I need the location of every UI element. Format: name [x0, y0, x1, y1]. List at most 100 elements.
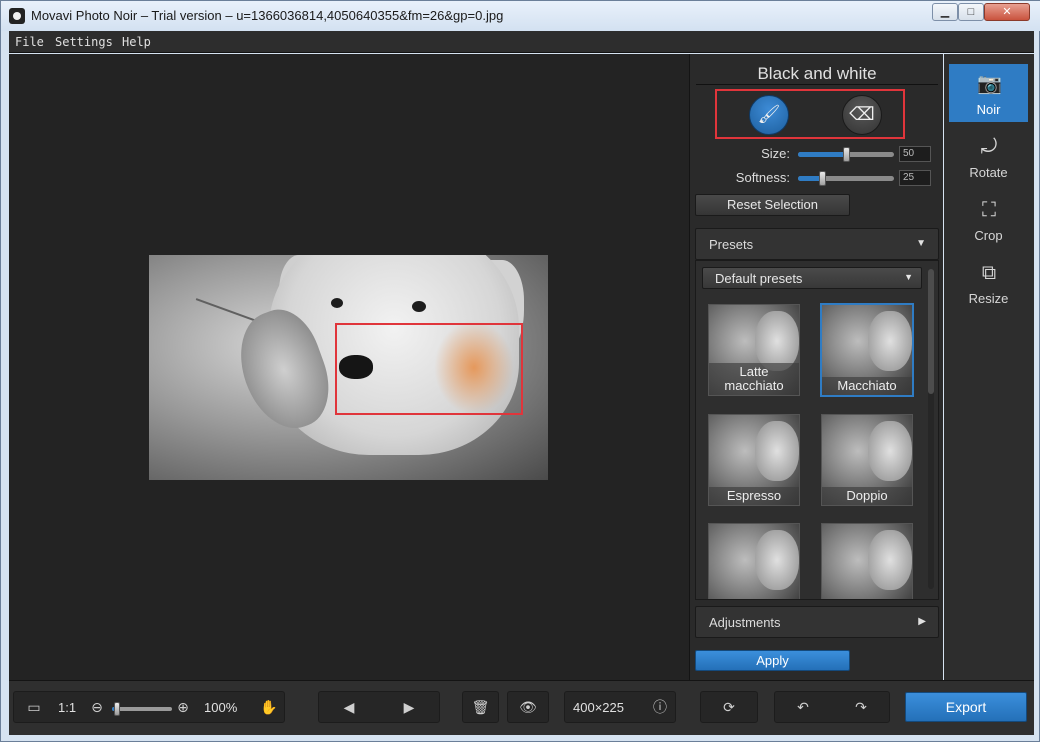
navigation-controls: ◀ ▶ — [318, 691, 440, 723]
export-button[interactable]: Export — [905, 692, 1027, 722]
rotate-icon: ⤾ — [980, 136, 998, 158]
crop-tool-button[interactable]: ⛶ Crop — [949, 190, 1028, 248]
menu-file[interactable]: File — [15, 35, 44, 49]
noir-tool-button[interactable]: 📷 Noir — [949, 64, 1028, 122]
eye-icon: 👁 — [519, 699, 537, 715]
crop-icon: ⛶ — [982, 199, 996, 221]
image-canvas[interactable] — [9, 54, 689, 680]
preset-thumbnail — [868, 530, 912, 590]
fit-screen-icon[interactable]: ▭ — [22, 692, 46, 722]
tool-panel: Black and white 🖌 ⌫ Size: 50 Softness: 2… — [689, 54, 943, 680]
window-title: Movavi Photo Noir – Trial version – u=13… — [31, 8, 504, 23]
app-window: Movavi Photo Noir – Trial version – u=13… — [0, 0, 1040, 742]
history-controls: ↶ ↷ — [774, 691, 890, 723]
minimize-button[interactable]: ▁ — [932, 3, 958, 21]
size-slider-fill — [798, 152, 846, 157]
undo-icon[interactable]: ↶ — [783, 692, 823, 722]
resize-icon: ⧉ — [981, 262, 997, 284]
adjustments-header[interactable]: Adjustments ▶ — [695, 606, 939, 638]
preset-doppio[interactable]: Doppio — [821, 414, 913, 506]
presets-dropdown-value: Default presets — [715, 271, 803, 286]
size-slider-handle[interactable] — [843, 147, 850, 162]
size-slider[interactable] — [798, 147, 894, 162]
size-label: Size: — [761, 146, 790, 161]
menu-help[interactable]: Help — [122, 35, 151, 49]
presets-scrollbar-thumb[interactable] — [928, 269, 934, 394]
softness-label: Softness: — [735, 170, 790, 185]
softness-slider-handle[interactable] — [819, 171, 826, 186]
size-value[interactable]: 50 — [899, 146, 931, 162]
image-dimensions: 400×225 — [573, 700, 624, 715]
preset-thumbnail — [868, 421, 912, 481]
preset-item-6[interactable] — [821, 523, 913, 599]
preset-macchiato[interactable]: Macchiato — [820, 303, 914, 397]
close-button[interactable]: ✕ — [984, 3, 1030, 21]
image-info: 400×225 ⓘ — [564, 691, 676, 723]
reset-button[interactable]: ⟳ — [700, 691, 758, 723]
dog-eye-right — [412, 301, 426, 312]
brush-tools-highlight: 🖌 ⌫ — [715, 89, 905, 139]
preset-item-5[interactable] — [708, 523, 800, 599]
preset-espresso[interactable]: Espresso — [708, 414, 800, 506]
chevron-right-icon: ▶ — [918, 616, 926, 627]
dog-eye-left — [331, 298, 343, 308]
preset-label: Doppio — [822, 487, 912, 505]
camera-icon: 📷 — [977, 73, 1002, 95]
zoom-in-icon[interactable]: ⊕ — [174, 692, 192, 722]
presets-header[interactable]: Presets ▼ — [695, 228, 939, 260]
actual-size-button[interactable]: 1:1 — [58, 700, 76, 715]
preset-thumbnail — [755, 421, 799, 481]
zoom-slider-handle[interactable] — [113, 702, 120, 716]
presets-scrollbar[interactable] — [928, 269, 934, 589]
title-bar: Movavi Photo Noir – Trial version – u=13… — [1, 1, 1040, 31]
info-icon[interactable]: ⓘ — [649, 692, 671, 722]
previous-image-icon[interactable]: ◀ — [329, 692, 369, 722]
panel-divider — [696, 84, 938, 85]
resize-tool-button[interactable]: ⧉ Resize — [949, 253, 1028, 311]
preset-thumbnail — [755, 530, 799, 590]
softness-slider[interactable] — [798, 171, 894, 186]
menu-bar: File Settings Help — [9, 31, 1034, 53]
delete-button[interactable]: 🗑 — [462, 691, 499, 723]
preset-label: Latte macchiato — [709, 363, 799, 395]
brush-icon: 🖌 — [757, 104, 781, 124]
hand-pan-icon[interactable]: ✋ — [258, 692, 280, 722]
redo-icon[interactable]: ↷ — [841, 692, 881, 722]
eraser-icon: ⌫ — [849, 104, 875, 124]
next-image-icon[interactable]: ▶ — [389, 692, 429, 722]
maximize-button[interactable]: □ — [958, 3, 984, 21]
reset-selection-button[interactable]: Reset Selection — [695, 194, 850, 216]
bottom-toolbar: ▭ 1:1 ⊖ ⊕ 100% ✋ ◀ ▶ 🗑 👁 400×225 ⓘ ⟳ ↶ ↷… — [9, 680, 1034, 735]
menu-settings[interactable]: Settings — [55, 35, 113, 49]
zoom-slider[interactable] — [112, 702, 172, 716]
refresh-icon: ⟳ — [723, 699, 735, 715]
trash-icon: 🗑 — [471, 699, 490, 715]
brush-button[interactable]: 🖌 — [749, 95, 789, 135]
preset-label: Macchiato — [822, 377, 912, 395]
eraser-button[interactable]: ⌫ — [842, 95, 882, 135]
preview-toggle-button[interactable]: 👁 — [507, 691, 549, 723]
preset-label: Espresso — [709, 487, 799, 505]
softness-value[interactable]: 25 — [899, 170, 931, 186]
noir-tool-label: Noir — [976, 102, 1001, 117]
rotate-tool-button[interactable]: ⤾ Rotate — [949, 127, 1028, 185]
chevron-down-icon: ▼ — [916, 238, 926, 249]
preset-thumbnail — [755, 311, 799, 371]
presets-header-label: Presets — [709, 237, 754, 252]
resize-tool-label: Resize — [968, 291, 1009, 306]
preset-latte-macchiato[interactable]: Latte macchiato — [708, 304, 800, 396]
adjustments-header-label: Adjustments — [709, 615, 781, 630]
zoom-out-icon[interactable]: ⊖ — [88, 692, 106, 722]
presets-dropdown[interactable]: Default presets ▼ — [702, 267, 922, 289]
rotate-tool-label: Rotate — [969, 165, 1008, 180]
presets-list: Default presets ▼ Latte macchiato Macchi… — [695, 260, 939, 600]
highlight-frame-photo — [335, 323, 523, 415]
crop-tool-label: Crop — [974, 228, 1003, 243]
apply-button[interactable]: Apply — [695, 650, 850, 671]
zoom-controls: ▭ 1:1 ⊖ ⊕ 100% ✋ — [13, 691, 285, 723]
right-toolbar: 📷 Noir ⤾ Rotate ⛶ Crop ⧉ Resize — [944, 54, 1034, 680]
panel-title: Black and white — [757, 64, 877, 83]
preset-thumbnail — [868, 311, 912, 371]
app-logo-icon — [9, 8, 25, 24]
dropdown-arrow-icon: ▼ — [904, 272, 913, 282]
